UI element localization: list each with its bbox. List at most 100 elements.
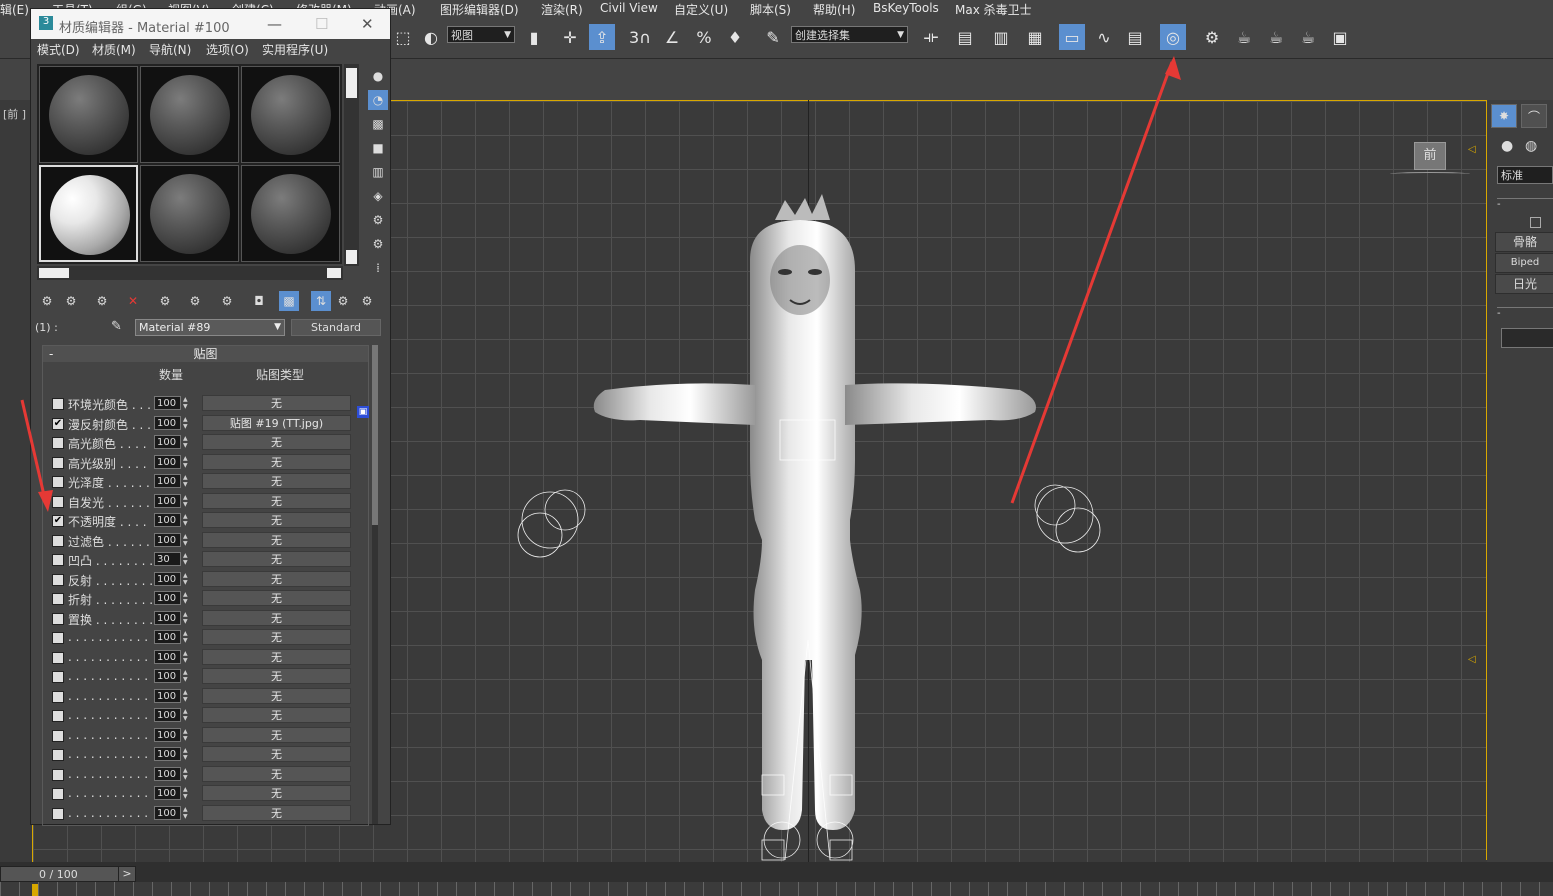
pivot-icon[interactable]: ▮ [521, 24, 547, 50]
map-slot-button[interactable]: 无 [202, 512, 351, 528]
snap-toggle-icon[interactable]: 3 ∩ [627, 24, 653, 50]
spinner-snap-icon[interactable]: ♦ [722, 24, 748, 50]
map-amount-spinner[interactable]: ▲ ▼ [183, 708, 192, 722]
map-amount-field[interactable]: 100 [154, 435, 181, 449]
map-enable-checkbox[interactable] [52, 788, 64, 800]
map-amount-field[interactable]: 100 [154, 474, 181, 488]
map-slot-button[interactable]: 无 [202, 629, 351, 645]
assign-to-selection-icon[interactable]: ⚙ [92, 291, 112, 311]
map-slot-button[interactable]: 无 [202, 785, 351, 801]
map-slot-button[interactable]: 无 [202, 746, 351, 762]
reference-coord-dropdown[interactable]: 视图 ▼ [447, 26, 515, 43]
map-amount-spinner[interactable]: ▲ ▼ [183, 806, 192, 820]
map-amount-spinner[interactable]: ▲ ▼ [183, 533, 192, 547]
map-amount-spinner[interactable]: ▲ ▼ [183, 572, 192, 586]
sample-type-icon[interactable]: ● [368, 66, 388, 86]
map-slot-button[interactable]: 无 [202, 687, 351, 704]
map-slot-button[interactable]: 无 [202, 804, 351, 821]
select-by-material-icon[interactable]: ⚙ [368, 234, 388, 254]
map-enable-checkbox[interactable] [52, 612, 64, 625]
map-enable-checkbox[interactable] [52, 437, 64, 449]
scene-explorer-icon[interactable]: ▦ [1022, 24, 1048, 50]
menu-options[interactable]: 选项(O) [206, 41, 249, 58]
map-amount-spinner[interactable]: ▲ ▼ [183, 786, 192, 800]
menu-rendering[interactable]: 渲染(R) [541, 1, 583, 18]
map-slot-button[interactable]: 无 [202, 590, 351, 606]
map-slot-button[interactable]: 无 [202, 707, 351, 723]
map-amount-field[interactable]: 100 [154, 805, 181, 820]
sample-slot[interactable] [241, 66, 340, 163]
rollout-collapse-icon[interactable]: - [1497, 307, 1553, 320]
map-amount-field[interactable]: 100 [154, 610, 181, 625]
background-icon[interactable]: ▩ [368, 114, 388, 134]
map-enable-checkbox[interactable] [52, 573, 64, 586]
select-manipulate-icon[interactable]: ✛ [557, 24, 583, 50]
put-to-library-icon[interactable]: ⚙ [185, 291, 205, 311]
menu-modes[interactable]: 模式(D) [37, 41, 80, 58]
map-slot-button[interactable]: 无 [202, 570, 351, 587]
sample-uv-tiling-icon[interactable]: ■ [368, 138, 388, 158]
menu-bskeytools[interactable]: BsKeyTools [873, 1, 939, 15]
menu-max-antivirus[interactable]: Max 杀毒卫士 [955, 1, 1032, 18]
map-enable-checkbox[interactable]: ✔ [52, 417, 64, 430]
map-slot-button[interactable]: 无 [202, 765, 351, 782]
map-amount-spinner[interactable]: ▲ ▼ [183, 416, 192, 430]
maximize-icon[interactable]: ☐ [315, 15, 328, 33]
daylight-button[interactable]: 日光 [1495, 274, 1553, 294]
sample-slot-active[interactable] [39, 165, 138, 262]
sample-slot[interactable] [140, 66, 239, 163]
map-enable-checkbox[interactable] [52, 671, 64, 683]
map-amount-field[interactable]: 100 [154, 747, 181, 761]
menu-material[interactable]: 材质(M) [92, 41, 136, 58]
close-icon[interactable]: ✕ [361, 15, 374, 33]
material-type-button[interactable]: Standard [291, 319, 381, 336]
map-amount-spinner[interactable]: ▲ ▼ [183, 611, 192, 625]
schematic-view-icon[interactable]: ▤ [1122, 24, 1148, 50]
map-amount-spinner[interactable]: ▲ ▼ [183, 591, 192, 605]
get-material-icon[interactable]: ⚙ [37, 291, 57, 311]
menu-utilities[interactable]: 实用程序(U) [262, 41, 328, 58]
slots-hscroll-thumb[interactable] [39, 268, 69, 278]
map-slot-button[interactable]: 无 [202, 453, 351, 470]
shapes-icon[interactable]: ◍ [1525, 138, 1537, 154]
reset-map-icon[interactable]: ✕ [123, 291, 143, 311]
render-iterative-icon[interactable]: ☕ [1295, 24, 1321, 50]
map-amount-spinner[interactable]: ▲ ▼ [183, 689, 192, 703]
material-id-channel-icon[interactable]: ⚙ [217, 291, 237, 311]
menu-navigation[interactable]: 导航(N) [149, 41, 191, 58]
percent-snap-icon[interactable]: % [691, 24, 717, 50]
time-ruler[interactable] [0, 882, 1553, 896]
maps-rollout-header[interactable]: - 贴图 [43, 346, 368, 362]
slots-scroll-thumb[interactable] [346, 68, 357, 98]
object-type-dropdown[interactable]: 标准 [1497, 166, 1553, 184]
menu-scripting[interactable]: 脚本(S) [750, 1, 791, 18]
render-in-cloud-icon[interactable]: ▣ [1327, 24, 1353, 50]
map-amount-field[interactable]: 100 [154, 708, 181, 722]
slots-hscrollbar[interactable] [37, 266, 343, 280]
map-enable-checkbox[interactable] [52, 632, 64, 644]
align-icon[interactable]: ▤ [952, 24, 978, 50]
map-enable-checkbox[interactable] [52, 476, 64, 488]
character-model[interactable] [500, 190, 1120, 862]
map-enable-checkbox[interactable] [52, 651, 64, 664]
map-enable-checkbox[interactable] [52, 398, 64, 410]
map-enable-checkbox[interactable] [52, 807, 64, 820]
rollout-scrollbar[interactable] [372, 345, 378, 824]
lock-icon[interactable]: ▣ [357, 406, 369, 418]
map-amount-spinner[interactable]: ▲ ▼ [183, 650, 192, 664]
map-enable-checkbox[interactable] [52, 456, 64, 469]
map-amount-field[interactable]: 100 [154, 493, 181, 508]
map-enable-checkbox[interactable] [52, 768, 64, 781]
map-amount-spinner[interactable]: ▲ ▼ [183, 474, 192, 488]
map-amount-spinner[interactable]: ▲ ▼ [183, 767, 192, 781]
material-navigator-icon[interactable]: ⁞ [368, 258, 388, 278]
map-enable-checkbox[interactable] [52, 710, 64, 722]
modify-tab-icon[interactable]: ⌒ [1521, 104, 1547, 128]
go-forward-sibling-icon[interactable]: ⚙ [333, 291, 353, 311]
map-slot-button[interactable]: 无 [202, 648, 351, 665]
mirror-icon[interactable]: ⟛ [918, 24, 944, 50]
map-amount-spinner[interactable]: ▲ ▼ [183, 494, 192, 508]
eyedropper-icon[interactable]: ✎ [111, 319, 122, 334]
backlight-icon[interactable]: ◔ [368, 90, 388, 110]
map-slot-button[interactable]: 贴图 #19 (TT.jpg) [202, 414, 351, 431]
